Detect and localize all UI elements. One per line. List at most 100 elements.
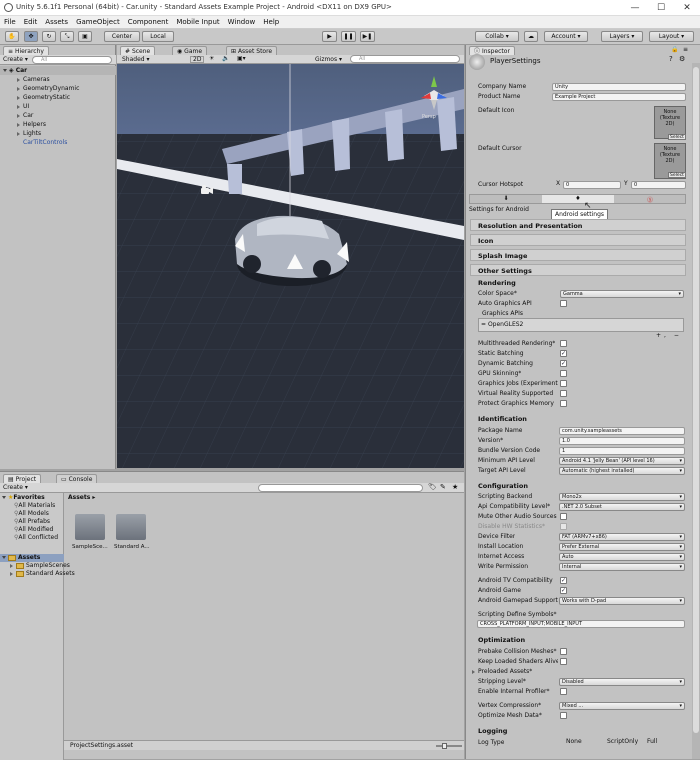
shading-mode-dropdown[interactable]: Shaded ▾ bbox=[122, 56, 150, 63]
favorites-row[interactable]: ★Favorites bbox=[2, 494, 45, 502]
icon-size-slider-track[interactable] bbox=[436, 745, 462, 747]
define-symbols-field[interactable]: CROSS_PLATFORM_INPUT;MOBILE_INPUT bbox=[477, 620, 685, 628]
graphics-jobs-checkbox[interactable] bbox=[560, 380, 567, 387]
hierarchy-item-cartiltcontrols[interactable]: CarTiltControls bbox=[0, 138, 115, 147]
favorite-all-prefabs[interactable]: ⚲All Prefabs bbox=[14, 518, 50, 526]
gamepad-support-dropdown[interactable]: Works with D-pad bbox=[559, 597, 685, 605]
2d-toggle[interactable]: 2D bbox=[190, 56, 205, 63]
platform-tab-standalone[interactable]: ⬇ bbox=[470, 195, 542, 203]
collab-button[interactable]: Collab ▾ bbox=[475, 31, 519, 42]
hotspot-x-field[interactable]: 0 bbox=[563, 181, 621, 189]
write-permission-dropdown[interactable]: Internal bbox=[559, 563, 685, 571]
hotspot-y-field[interactable]: 0 bbox=[631, 181, 686, 189]
pivot-local-button[interactable]: Local bbox=[142, 31, 174, 42]
min-api-dropdown[interactable]: Android 4.1 'Jelly Bean' (API level 16) bbox=[559, 457, 685, 465]
graphics-api-opengles2[interactable]: = OpenGLES2 bbox=[481, 321, 523, 328]
hand-tool-button[interactable]: ✋ bbox=[5, 31, 19, 42]
menu-mobile-input[interactable]: Mobile Input bbox=[172, 16, 223, 29]
step-button[interactable]: ▶❚ bbox=[360, 31, 375, 42]
section-splash-image[interactable]: Splash Image bbox=[470, 249, 686, 261]
gpu-skinning-checkbox[interactable] bbox=[560, 370, 567, 377]
account-button[interactable]: Account ▾ bbox=[544, 31, 588, 42]
project-create-button[interactable]: Create ▾ bbox=[3, 484, 28, 491]
move-tool-button[interactable]: ✥ bbox=[24, 31, 38, 42]
target-api-dropdown[interactable]: Automatic (highest installed) bbox=[559, 467, 685, 475]
tab-scene[interactable]: # Scene bbox=[120, 46, 156, 55]
section-other-settings[interactable]: Other Settings bbox=[470, 264, 686, 276]
scene-viewport[interactable]: Persp bbox=[117, 64, 464, 468]
play-button[interactable]: ▶ bbox=[322, 31, 337, 42]
hierarchy-item-car[interactable]: Car bbox=[0, 111, 115, 120]
vertex-compression-dropdown[interactable]: Mixed ... bbox=[559, 702, 685, 710]
default-cursor-select-button[interactable]: Select bbox=[668, 172, 686, 178]
static-batching-checkbox[interactable]: ✓ bbox=[560, 350, 567, 357]
stripping-level-dropdown[interactable]: Disabled bbox=[559, 678, 685, 686]
hierarchy-item-ui[interactable]: UI bbox=[0, 102, 115, 111]
persp-label[interactable]: Persp bbox=[422, 114, 436, 120]
favorite-all-materials[interactable]: ⚲All Materials bbox=[14, 502, 55, 510]
hierarchy-create-button[interactable]: Create ▾ bbox=[3, 56, 28, 63]
keep-shaders-checkbox[interactable] bbox=[560, 658, 567, 665]
gizmos-dropdown[interactable]: Gizmos ▾ bbox=[315, 56, 342, 63]
hierarchy-item-lights[interactable]: Lights bbox=[0, 129, 115, 138]
lock-icon[interactable]: 🔒 bbox=[671, 46, 678, 53]
hierarchy-item-helpers[interactable]: Helpers bbox=[0, 120, 115, 129]
menu-help[interactable]: Help bbox=[259, 16, 283, 29]
graphics-api-add-remove[interactable]: +, − bbox=[656, 332, 682, 339]
cloud-button[interactable]: ☁ bbox=[524, 31, 538, 42]
scale-tool-button[interactable]: ⤡ bbox=[60, 31, 74, 42]
tab-asset-store[interactable]: ⊞ Asset Store bbox=[226, 46, 278, 55]
lighting-toggle-icon[interactable]: ☀ bbox=[209, 55, 214, 62]
hierarchy-item-geometrydynamic[interactable]: GeometryDynamic bbox=[0, 84, 115, 93]
favorite-all-conflicted[interactable]: ⚲All Conflicted bbox=[14, 534, 58, 542]
grid-folder-samplescenes-icon[interactable] bbox=[75, 514, 105, 540]
prebake-checkbox[interactable] bbox=[560, 648, 567, 655]
company-name-field[interactable]: Unity bbox=[552, 83, 686, 91]
filter-by-label-icon[interactable]: ✎ bbox=[440, 483, 446, 491]
vr-supported-checkbox[interactable] bbox=[560, 390, 567, 397]
maximize-button[interactable]: ☐ bbox=[648, 0, 674, 16]
protect-graphics-memory-checkbox[interactable] bbox=[560, 400, 567, 407]
pause-button[interactable]: ❚❚ bbox=[341, 31, 356, 42]
panel-menu-icon[interactable]: ≡ bbox=[683, 46, 688, 53]
product-name-field[interactable]: Example Project bbox=[552, 93, 686, 101]
menu-window[interactable]: Window bbox=[224, 16, 260, 29]
filter-by-type-icon[interactable]: 🏷 bbox=[428, 483, 437, 491]
platform-tab-android[interactable]: ♦ bbox=[542, 195, 614, 203]
tab-hierarchy[interactable]: ≡ Hierarchy bbox=[3, 46, 49, 55]
hierarchy-scene-row[interactable]: ◈ Car bbox=[0, 66, 116, 75]
menu-gameobject[interactable]: GameObject bbox=[72, 16, 124, 29]
version-field[interactable]: 1.0 bbox=[559, 437, 685, 445]
internal-profiler-checkbox[interactable] bbox=[560, 688, 567, 695]
favorite-all-models[interactable]: ⚲All Models bbox=[14, 510, 49, 518]
tree-standard-assets[interactable]: Standard Assets bbox=[10, 570, 75, 578]
install-location-dropdown[interactable]: Prefer External bbox=[559, 543, 685, 551]
pivot-center-button[interactable]: Center bbox=[104, 31, 140, 42]
menu-file[interactable]: File bbox=[0, 16, 20, 29]
default-icon-select-button[interactable]: Select bbox=[668, 134, 686, 140]
device-filter-dropdown[interactable]: FAT (ARMv7+x86) bbox=[559, 533, 685, 541]
menu-edit[interactable]: Edit bbox=[20, 16, 42, 29]
close-button[interactable]: ✕ bbox=[674, 0, 700, 16]
layout-dropdown[interactable]: Layout ▾ bbox=[649, 31, 694, 42]
tab-game[interactable]: ◉ Game bbox=[172, 46, 208, 55]
android-tv-checkbox[interactable]: ✓ bbox=[560, 577, 567, 584]
package-name-field[interactable]: com.unity.sampleassets bbox=[559, 427, 685, 435]
color-space-dropdown[interactable]: Gamma bbox=[560, 290, 684, 298]
hierarchy-item-cameras[interactable]: Cameras bbox=[0, 75, 115, 84]
internet-access-dropdown[interactable]: Auto bbox=[559, 553, 685, 561]
minimize-button[interactable]: — bbox=[622, 0, 648, 16]
favorite-all-modified[interactable]: ⚲All Modified bbox=[14, 526, 53, 534]
tree-samplescenes[interactable]: SampleScenes bbox=[10, 562, 70, 570]
tab-console[interactable]: ▭ Console bbox=[56, 474, 98, 483]
api-compat-dropdown[interactable]: .NET 2.0 Subset bbox=[559, 503, 685, 511]
effects-toggle-icon[interactable]: ▣▾ bbox=[237, 55, 246, 62]
android-game-checkbox[interactable]: ✓ bbox=[560, 587, 567, 594]
auto-graphics-checkbox[interactable] bbox=[560, 300, 567, 307]
scripting-backend-dropdown[interactable]: Mono2x bbox=[559, 493, 685, 501]
multithreaded-rendering-checkbox[interactable] bbox=[560, 340, 567, 347]
help-icon[interactable]: ? bbox=[669, 55, 673, 63]
section-icon[interactable]: Icon bbox=[470, 234, 686, 246]
layers-dropdown[interactable]: Layers ▾ bbox=[601, 31, 643, 42]
preloaded-assets-foldout[interactable]: Preloaded Assets* bbox=[472, 667, 532, 676]
